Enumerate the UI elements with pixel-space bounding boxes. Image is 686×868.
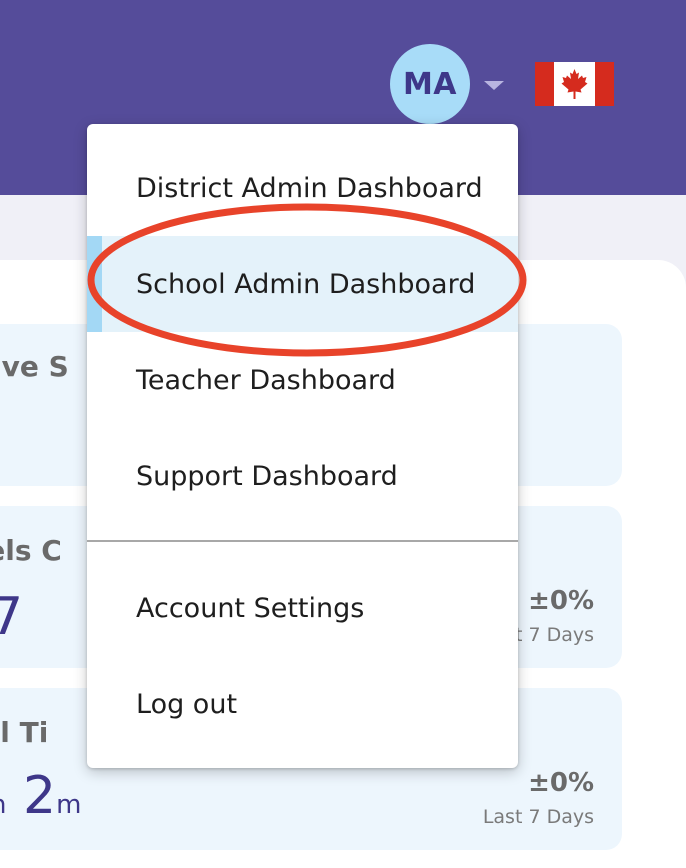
- menu-divider: [87, 540, 518, 542]
- menu-item-label: Account Settings: [136, 592, 365, 624]
- period-label: Last 7 Days: [482, 806, 594, 828]
- user-avatar[interactable]: MA: [390, 44, 470, 124]
- caret-down-icon[interactable]: [484, 81, 504, 90]
- menu-item-label: Teacher Dashboard: [136, 364, 396, 396]
- menu-item-label: District Admin Dashboard: [136, 172, 483, 204]
- minutes-value: 2: [23, 766, 57, 826]
- menu-item-teacher-dashboard[interactable]: Teacher Dashboard: [87, 332, 518, 428]
- delta-value: ±0%: [528, 768, 594, 798]
- card-big-value: n 2m: [0, 770, 81, 822]
- unit-label: n: [0, 790, 6, 820]
- unit-label: m: [56, 790, 82, 820]
- active-indicator: [87, 236, 102, 332]
- menu-item-account-settings[interactable]: Account Settings: [87, 560, 518, 656]
- menu-item-label: School Admin Dashboard: [136, 268, 476, 300]
- delta-value: ±0%: [528, 586, 594, 616]
- card-title: ctive S: [0, 350, 69, 383]
- menu-item-label: Log out: [136, 688, 238, 720]
- canada-flag-icon[interactable]: [535, 62, 614, 106]
- card-title: tal Ti: [0, 716, 49, 749]
- menu-item-district-admin-dashboard[interactable]: District Admin Dashboard: [87, 140, 518, 236]
- card-big-value: 7: [0, 587, 24, 647]
- menu-item-support-dashboard[interactable]: Support Dashboard: [87, 428, 518, 524]
- menu-item-label: Support Dashboard: [136, 460, 398, 492]
- avatar-initials: MA: [402, 66, 458, 102]
- user-dropdown-menu: District Admin Dashboard School Admin Da…: [87, 124, 518, 768]
- menu-item-school-admin-dashboard[interactable]: School Admin Dashboard: [87, 236, 518, 332]
- card-title: vels C: [0, 534, 62, 567]
- menu-item-log-out[interactable]: Log out: [87, 656, 518, 752]
- period-label: t 7 Days: [514, 624, 594, 646]
